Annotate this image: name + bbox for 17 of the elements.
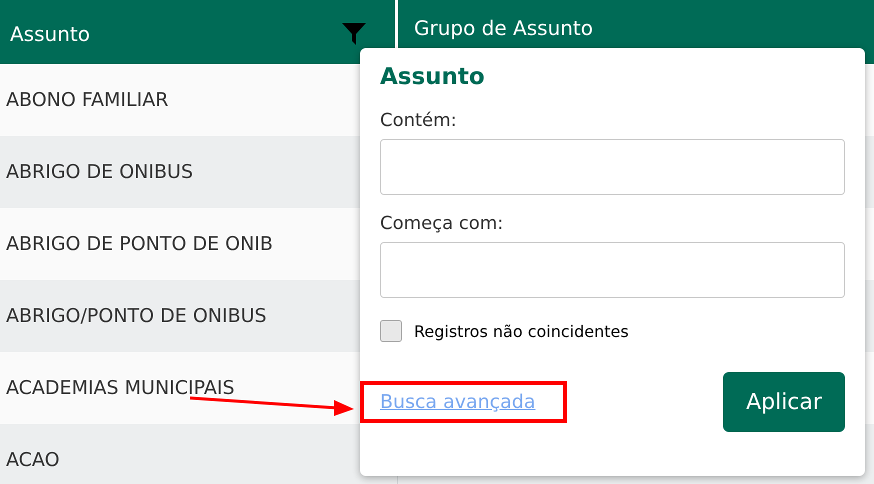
table-cell: ACADEMIAS MUNICIPAIS — [6, 377, 235, 399]
table-cell: ACAO — [6, 449, 60, 471]
checkbox-label: Registros não coincidentes — [414, 322, 629, 340]
table-cell: ABRIGO DE ONIBUS — [6, 161, 194, 183]
column-header[interactable]: Assunto — [10, 22, 90, 46]
input-field[interactable] — [380, 242, 845, 298]
table-cell: ABRIGO/PONTO DE ONIBUS — [6, 305, 267, 327]
checkbox[interactable] — [380, 320, 402, 342]
field-label: Contém: — [380, 110, 457, 131]
table-cell: ABONO FAMILIAR — [6, 89, 168, 111]
input-field[interactable] — [380, 139, 845, 195]
column-header[interactable]: Grupo de Assunto — [414, 16, 593, 40]
field-label: Começa com: — [380, 213, 504, 234]
filter-icon[interactable] — [341, 21, 367, 47]
table-cell: ABRIGO DE PONTO DE ONIB — [6, 233, 273, 255]
popup-title: Assunto — [380, 64, 486, 90]
apply-button[interactable]: Aplicar — [723, 372, 845, 432]
